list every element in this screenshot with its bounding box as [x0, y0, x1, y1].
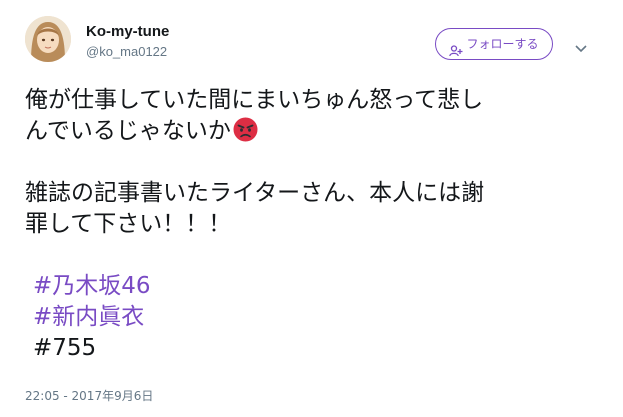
user-display-name[interactable]: Ko-my-tune — [86, 23, 169, 41]
hashtag-link[interactable]: #新内眞衣 — [33, 304, 144, 330]
user-handle[interactable]: @ko_ma0122 — [86, 44, 167, 60]
tweet-text: 俺が仕事していた間にまいちゅん怒って悲し んでいるじゃないか 雑誌の記事書いたラ… — [25, 85, 615, 364]
tweet-line: んでいるじゃないか — [25, 118, 231, 144]
hashtag-link[interactable]: #乃木坂46 — [33, 273, 151, 299]
tweet-line: 罪して下さい！！！ — [25, 211, 232, 237]
tweet-line: 雑誌の記事書いたライターさん、本人には謝 — [25, 180, 485, 206]
chevron-down-icon[interactable] — [574, 39, 588, 53]
follow-button-label: フォローする — [466, 37, 539, 51]
tweet-timestamp[interactable]: 22:05 - 2017年9月6日 — [25, 389, 153, 403]
hashtag-line: #755 — [25, 333, 615, 364]
hashtag-line: #乃木坂46 — [25, 271, 615, 302]
add-user-icon — [449, 38, 463, 56]
follow-button[interactable]: フォローする — [435, 28, 553, 60]
angry-face-icon — [233, 117, 258, 142]
tweet-line-with-emoji: んでいるじゃないか — [25, 116, 615, 147]
hashtag-line: #新内眞衣 — [25, 302, 615, 333]
avatar[interactable] — [25, 16, 71, 62]
tweet-line: 俺が仕事していた間にまいちゅん怒って悲し — [25, 87, 484, 113]
plain-tag: #755 — [33, 335, 97, 361]
